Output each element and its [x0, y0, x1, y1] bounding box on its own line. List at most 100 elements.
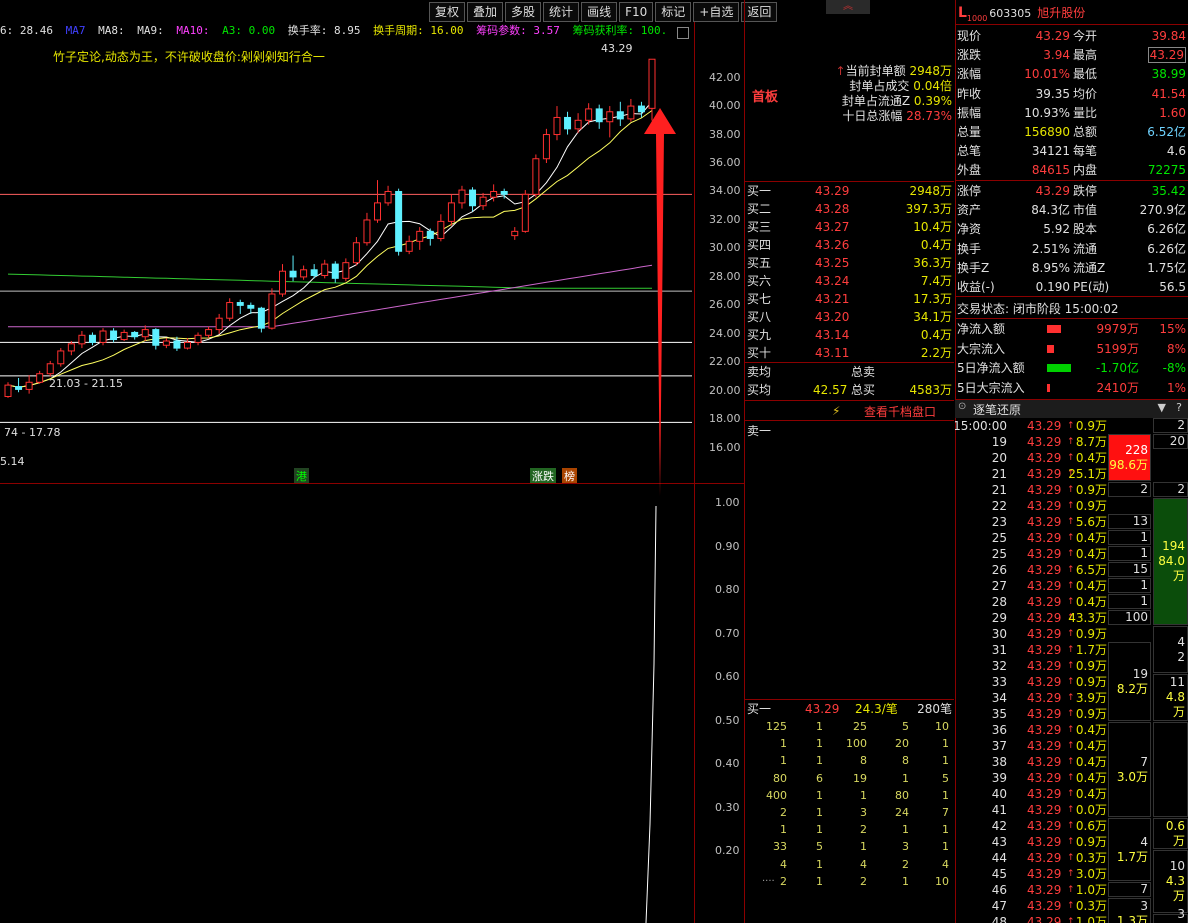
- cluster-count: 100: [1125, 610, 1148, 624]
- order-cluster[interactable]: 31.3万: [1153, 907, 1188, 923]
- tick-row[interactable]: 32 43.29 ↑ 0.9万: [955, 658, 1107, 674]
- order-cluster[interactable]: 13: [1108, 514, 1151, 529]
- tick-row[interactable]: 40 43.29 ↑ 0.4万: [955, 786, 1107, 802]
- collapse-up-icon[interactable]: ︽: [826, 0, 870, 14]
- order-cluster[interactable]: 194 84.0万: [1153, 498, 1188, 625]
- tag-rank[interactable]: 榜: [562, 468, 577, 484]
- order-cluster[interactable]: 42: [1153, 626, 1188, 673]
- filter-icon[interactable]: ▼: [1158, 401, 1166, 414]
- view-thousand-button[interactable]: 查看千档盘口: [864, 403, 936, 420]
- tick-row[interactable]: 46 43.29 ↑ 1.0万: [955, 882, 1107, 898]
- order-cluster[interactable]: 1: [1108, 530, 1151, 545]
- ticks-collapse-icon[interactable]: ⊙: [958, 401, 966, 412]
- tick-row[interactable]: 42 43.29 ↑ 0.6万: [955, 818, 1107, 834]
- order-cluster[interactable]: 7 3.0万: [1108, 722, 1151, 817]
- volume-chart[interactable]: [0, 484, 692, 923]
- order-cluster[interactable]: 1: [1108, 578, 1151, 593]
- tick-row[interactable]: 23 43.29 ↑ 5.6万: [955, 514, 1107, 530]
- order-cluster[interactable]: [1153, 722, 1188, 817]
- bid-row[interactable]: 买二 43.28 397.3万: [747, 200, 952, 218]
- tick-list[interactable]: 15:00:00 43.29 ↑ 0.9万 19 43.29 ↑ 8.7万 20 43.29 ↑ 0.…: [955, 418, 1188, 923]
- tick-row[interactable]: 22 43.29 ↑ 0.9万: [955, 498, 1107, 514]
- bid-row[interactable]: 买六 43.24 7.4万: [747, 272, 952, 290]
- tick-row[interactable]: 20 43.29 ↑ 0.4万: [955, 450, 1107, 466]
- flow-row: 大宗流入 5199万 8%: [957, 340, 1187, 358]
- queue-cell: 5: [816, 840, 823, 854]
- bid-price: 43.26: [815, 238, 850, 252]
- candle-body: [15, 386, 23, 390]
- queue-more[interactable]: ....: [762, 873, 775, 884]
- bid-row[interactable]: 买八 43.20 34.1万: [747, 308, 952, 326]
- order-cluster[interactable]: 2: [1153, 482, 1188, 497]
- quote-row: 涨幅 10.01% 最低 38.99: [957, 65, 1187, 83]
- tick-row[interactable]: 45 43.29 ↑ 3.0万: [955, 866, 1107, 882]
- tick-row[interactable]: 36 43.29 ↑ 0.4万: [955, 722, 1107, 738]
- order-cluster[interactable]: 31.3万: [1108, 898, 1151, 923]
- quote-label: 换手: [957, 241, 982, 256]
- toolbar-button-0[interactable]: 复权: [429, 2, 466, 22]
- tick-row[interactable]: 21 43.29 ↑ 25.1万: [955, 466, 1107, 482]
- bid-row[interactable]: 买四 43.26 0.4万: [747, 236, 952, 254]
- order-cluster[interactable]: 1: [1108, 546, 1151, 561]
- toolbar-button-2[interactable]: 多股: [505, 2, 542, 22]
- bid-row[interactable]: 买一 43.29 2948万: [747, 182, 952, 200]
- tag-limit[interactable]: 涨跌: [530, 468, 556, 484]
- order-cluster[interactable]: 15: [1108, 562, 1151, 577]
- order-cluster[interactable]: 2: [1153, 418, 1188, 433]
- bid-row[interactable]: 买五 43.25 36.3万: [747, 254, 952, 272]
- tick-row[interactable]: 29 43.29 ↑ 43.3万: [955, 610, 1107, 626]
- tick-row[interactable]: 43 43.29 ↑ 0.9万: [955, 834, 1107, 850]
- order-cluster[interactable]: 20: [1153, 434, 1188, 449]
- order-cluster[interactable]: 228 98.6万: [1108, 434, 1151, 481]
- queue-cell: 8: [860, 754, 867, 768]
- tick-row[interactable]: 25 43.29 ↑ 0.4万: [955, 546, 1107, 562]
- tick-row[interactable]: 21 43.29 ↑ 0.9万: [955, 482, 1107, 498]
- order-cluster[interactable]: 10 4.3万: [1153, 850, 1188, 913]
- help-icon[interactable]: ?: [1176, 401, 1182, 414]
- order-cluster[interactable]: 100: [1108, 610, 1151, 625]
- queue-cell: 1: [816, 823, 823, 837]
- toolbar-button-1[interactable]: 叠加: [467, 2, 504, 22]
- toolbar-button-7[interactable]: +自选: [693, 2, 740, 22]
- tick-row[interactable]: 31 43.29 ↑ 1.7万: [955, 642, 1107, 658]
- tick-row[interactable]: 39 43.29 ↑ 0.4万: [955, 770, 1107, 786]
- tick-row[interactable]: 30 43.29 ↑ 0.9万: [955, 626, 1107, 642]
- order-cluster[interactable]: 2: [1108, 482, 1151, 497]
- order-cluster[interactable]: 4 1.7万: [1108, 818, 1151, 881]
- tick-row[interactable]: 35 43.29 ↑ 0.9万: [955, 706, 1107, 722]
- tick-row[interactable]: 48 43.29 ↑ 1.0万: [955, 914, 1107, 923]
- tick-row[interactable]: 19 43.29 ↑ 8.7万: [955, 434, 1107, 450]
- tick-row[interactable]: 25 43.29 ↑ 0.4万: [955, 530, 1107, 546]
- order-cluster[interactable]: 7: [1108, 882, 1151, 897]
- candle-body: [648, 58, 656, 109]
- order-cluster[interactable]: 0.6万: [1153, 818, 1188, 849]
- order-cluster[interactable]: 19 8.2万: [1108, 642, 1151, 721]
- tick-volume: 0.9万: [1075, 499, 1107, 513]
- bid-row[interactable]: 买十 43.11 2.2万: [747, 344, 952, 362]
- order-cluster[interactable]: 1: [1108, 594, 1151, 609]
- tick-row[interactable]: 26 43.29 ↑ 6.5万: [955, 562, 1107, 578]
- tick-row[interactable]: 38 43.29 ↑ 0.4万: [955, 754, 1107, 770]
- tick-row[interactable]: 41 43.29 ↑ 0.0万: [955, 802, 1107, 818]
- candlestick-chart[interactable]: [0, 22, 692, 484]
- order-cluster[interactable]: 11 4.8万: [1153, 674, 1188, 721]
- bid-row[interactable]: 买七 43.21 17.3万: [747, 290, 952, 308]
- toolbar-button-4[interactable]: 画线: [581, 2, 618, 22]
- bid-row[interactable]: 买九 43.14 0.4万: [747, 326, 952, 344]
- tick-row[interactable]: 27 43.29 ↑ 0.4万: [955, 578, 1107, 594]
- toolbar-button-6[interactable]: 标记: [655, 2, 692, 22]
- tick-row[interactable]: 28 43.29 ↑ 0.4万: [955, 594, 1107, 610]
- bid-row[interactable]: 买三 43.27 10.4万: [747, 218, 952, 236]
- tick-row[interactable]: 44 43.29 ↑ 0.3万: [955, 850, 1107, 866]
- queue-cell: 400: [766, 788, 787, 802]
- tick-row[interactable]: 37 43.29 ↑ 0.4万: [955, 738, 1107, 754]
- cluster-count: 1: [1140, 546, 1148, 560]
- tick-row[interactable]: 33 43.29 ↑ 0.9万: [955, 674, 1107, 690]
- tick-row[interactable]: 47 43.29 ↑ 0.3万: [955, 898, 1107, 914]
- queue-cell: 1: [816, 857, 823, 871]
- toolbar-button-5[interactable]: F10: [619, 2, 654, 22]
- tick-row[interactable]: 34 43.29 ↑ 3.9万: [955, 690, 1107, 706]
- tick-row[interactable]: 15:00:00 43.29 ↑ 0.9万: [955, 418, 1107, 434]
- tag-hk[interactable]: 港: [294, 468, 309, 484]
- toolbar-button-3[interactable]: 统计: [543, 2, 580, 22]
